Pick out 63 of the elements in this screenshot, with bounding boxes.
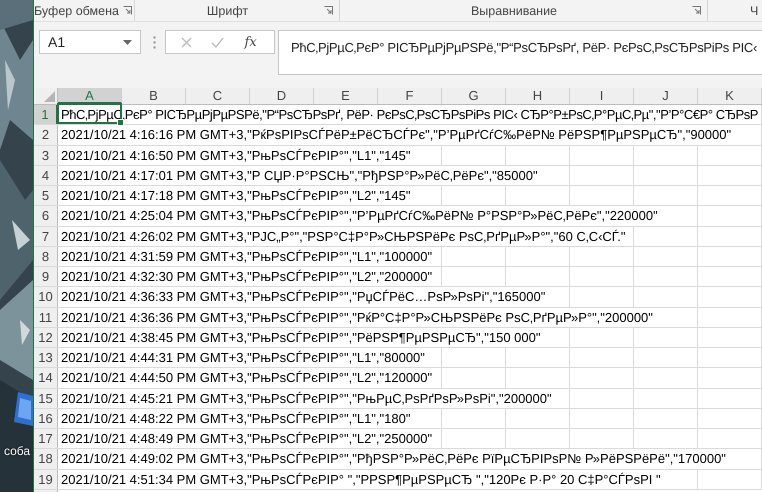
table-cell-text: 2021/10/21 4:17:18 PM GMT+3,"РњРѕСЃРєРІР°","L2","145" xyxy=(61,187,410,205)
ribbon-group-label: Выравнивание xyxy=(470,4,558,18)
column-header[interactable]: B xyxy=(122,88,186,104)
row-header[interactable]: 12 xyxy=(34,328,58,347)
column-header[interactable]: A xyxy=(58,88,122,104)
table-cell-text: 2021/10/21 4:31:59 PM GMT+3,"РњРѕСЃРєРІР°","L1","100000" xyxy=(61,248,432,266)
column-header[interactable]: D xyxy=(250,88,314,104)
column-header[interactable]: K xyxy=(698,88,762,104)
table-cell-text: 2021/10/21 4:51:34 PM GMT+3,"РњРѕСЃРєРІР° ","РРЅР¶РµРЅРµСЂ ","120Рє Р·Р° 20 С‡Р°СЃРѕРІ " xyxy=(61,470,661,488)
row-header[interactable]: 10 xyxy=(34,287,58,306)
table-cell-text: 2021/10/21 4:44:50 PM GMT+3,"РњРѕСЃРєРІР°","L2","120000" xyxy=(61,369,432,388)
row-header[interactable]: 6 xyxy=(34,206,58,226)
desktop-icon-label: соба xyxy=(4,444,30,458)
row-header[interactable]: 3 xyxy=(34,146,58,165)
column-header[interactable]: J xyxy=(634,88,698,104)
desktop-shortcut-icon[interactable] xyxy=(14,392,33,426)
column-header[interactable]: C xyxy=(186,88,250,104)
table-cell-text: 2021/10/21 4:36:33 PM GMT+3,"РњРѕСЃРєРІР°","РџСЃРёС…РѕР»РѕРі","165000" xyxy=(61,288,546,306)
table-cell-text: 2021/10/21 4:48:22 PM GMT+3,"РњРѕСЃРєРІР°","L1","180" xyxy=(61,410,410,428)
table-cell-text: 2021/10/21 4:25:04 PM GMT+3,"РњРѕСЃРєРІР°","Р’РµРґСѓС‰РёР№ Р°РЅР°Р»РёС‚РёРє","220000" xyxy=(61,207,658,226)
row-header[interactable]: 19 xyxy=(34,470,58,489)
row-header[interactable]: 7 xyxy=(34,226,58,246)
row-header[interactable]: 9 xyxy=(34,267,58,286)
row-header[interactable]: 4 xyxy=(34,166,58,185)
table-cell-text: 2021/10/21 4:48:49 PM GMT+3,"РњРѕСЃРєРІР°","L2","250000" xyxy=(61,430,432,448)
table-cell-text: 2021/10/21 4:26:02 PM GMT+3,"РЈС„Р°","РЅР°С‡Р°Р»СЊРЅРёРє РѕС‚РґРµР»Р°","60 С‚С‹СЃ." xyxy=(61,228,626,246)
row-header[interactable]: 11 xyxy=(34,308,58,327)
row-header[interactable]: 17 xyxy=(34,429,58,448)
row-header[interactable]: 2 xyxy=(34,125,58,144)
column-header[interactable]: F xyxy=(378,88,442,104)
dialog-launcher-icon[interactable] xyxy=(122,6,132,15)
row-header[interactable]: 16 xyxy=(34,408,58,428)
more-icon[interactable] xyxy=(153,36,156,49)
column-header[interactable]: E xyxy=(314,88,378,104)
row-header[interactable]: 14 xyxy=(34,368,58,388)
insert-function-button[interactable]: fx xyxy=(242,34,259,50)
row-header[interactable]: 1 xyxy=(34,105,58,124)
ribbon-group-label: Шрифт xyxy=(206,4,250,18)
table-cell-text: 2021/10/21 4:45:21 PM GMT+3,"РњРѕСЃРєРІР°","РњРµС‚РѕРґРѕР»РѕРі","200000" xyxy=(61,390,552,408)
check-icon[interactable] xyxy=(210,36,224,48)
column-header[interactable]: H xyxy=(506,88,570,104)
table-cell-text: 2021/10/21 4:44:31 PM GMT+3,"РњРѕСЃРєРІР°","L1","80000" xyxy=(61,349,425,367)
table-cell-text: 2021/10/21 4:38:45 PM GMT+3,"РњРѕСЃРєРІР°","РёРЅР¶РµРЅРµСЂ","150 000" xyxy=(61,328,540,347)
row-header[interactable]: 18 xyxy=(34,449,58,468)
row-header[interactable]: 5 xyxy=(34,186,58,206)
column-header[interactable]: G xyxy=(442,88,506,104)
table-cell-text: 2021/10/21 4:49:02 PM GMT+3,"РњРѕСЃРєРІР°","РђРЅР°Р»РёС‚РёРє РїРµСЂРІРѕР№ Р»РёРЅРёРё","170000" xyxy=(61,450,726,468)
table-cell-text: 2021/10/21 4:17:01 PM GMT+3,"Р СЏР·Р°РЅСЊ","РђРЅР°Р»РёС‚РёРє","85000" xyxy=(61,166,538,185)
name-box[interactable]: A1 xyxy=(39,30,141,54)
column-header[interactable]: I xyxy=(570,88,634,104)
row-header[interactable]: 13 xyxy=(34,348,58,368)
formula-bar-field[interactable]: РћС‚РјРµС‚РєР° РІСЂРµРјРµРЅРё,"Р“РѕСЂРѕРґ, РёР· РєРѕС‚РѕСЂРѕРіРѕ РІС‹ xyxy=(278,30,762,75)
ribbon-group-label: Буфер обмена xyxy=(34,4,119,18)
ribbon-group-label: Ч xyxy=(750,4,760,18)
table-cell-text: 2021/10/21 4:16:50 PM GMT+3,"РњРѕСЃРєРІР°","L1","145" xyxy=(61,146,410,164)
row-header[interactable]: 15 xyxy=(34,388,58,408)
table-cell-text: 2021/10/21 4:36:36 PM GMT+3,"РњРѕСЃРєРІР°","РќР°С‡Р°Р»СЊРЅРёРє РѕС‚РґРµР»Р°","200000" xyxy=(61,308,653,326)
row-header[interactable]: 8 xyxy=(34,246,58,266)
table-cell-text: 2021/10/21 4:16:16 PM GMT+3,"РќРѕРІРѕСЃРёР±РёСЂСЃРє","Р’РµРґСѓС‰РёР№ РёРЅР¶РµРЅРµСЂ","90000" xyxy=(61,126,732,144)
dialog-launcher-icon[interactable] xyxy=(692,6,701,15)
table-cell-text: 2021/10/21 4:32:30 PM GMT+3,"РњРѕСЃРєРІР°","L2","200000" xyxy=(61,268,432,286)
caret-icon xyxy=(123,40,132,44)
dialog-launcher-icon[interactable] xyxy=(324,6,333,15)
